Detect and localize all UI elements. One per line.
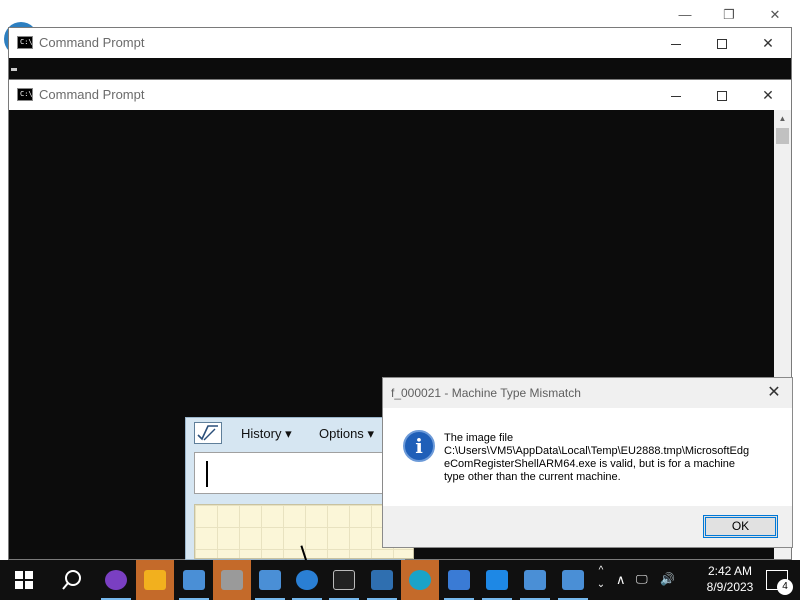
- cursor: [11, 68, 17, 71]
- maximize-icon: [717, 91, 727, 102]
- math-input-panel[interactable]: History ▾ Options ▾: [185, 417, 414, 575]
- minimize-button[interactable]: [653, 80, 699, 110]
- close-button[interactable]: ✕: [745, 28, 791, 58]
- search-button[interactable]: [53, 560, 91, 600]
- command-prompt-titlebar[interactable]: C:\_ Command Prompt ✕: [9, 80, 791, 110]
- clock-time: 2:42 AM: [707, 564, 753, 578]
- setup-icon: [259, 570, 281, 590]
- math-input-icon: [194, 422, 222, 444]
- news-icon: [371, 570, 393, 590]
- taskbar-app-setup-2[interactable]: [251, 560, 289, 600]
- ok-button[interactable]: OK: [703, 515, 778, 538]
- taskbar-app-setup-3[interactable]: [516, 560, 554, 600]
- notification-count-badge: 4: [777, 579, 793, 595]
- clock-date: 8/9/2023: [706, 580, 754, 594]
- dialog-body: i The image file C:\Users\VM5\AppData\Lo…: [383, 408, 792, 506]
- start-icon: [15, 571, 33, 589]
- taskbar-app-mask[interactable]: [97, 560, 135, 600]
- window-app-icon: [486, 570, 508, 590]
- minimize-icon: [671, 95, 681, 97]
- search-icon: [62, 570, 81, 590]
- background-close-button[interactable]: ✕: [752, 6, 798, 24]
- taskbar-app-shield[interactable]: [136, 560, 174, 600]
- edge-icon: [409, 570, 431, 590]
- history-label: History: [241, 426, 282, 441]
- chevron-down-icon: ▾: [285, 426, 292, 441]
- taskbar-app-image[interactable]: [440, 560, 478, 600]
- taskbar-app-edge[interactable]: [401, 560, 439, 600]
- info-icon: i: [403, 430, 435, 462]
- text-caret: [206, 461, 208, 487]
- message-line: The image file: [444, 432, 514, 444]
- message-line: C:\Users\VM5\AppData\Local\Temp\EU2888.t…: [444, 445, 750, 457]
- machine-type-mismatch-dialog[interactable]: f_000021 - Machine Type Mismatch ✕ i The…: [382, 377, 793, 548]
- close-button[interactable]: ✕: [745, 80, 791, 110]
- taskbar-app-window[interactable]: [478, 560, 516, 600]
- dialog-message: The image file C:\Users\VM5\AppData\Loca…: [444, 432, 779, 484]
- chevron-down-icon: ⌄: [596, 579, 606, 590]
- system-clock[interactable]: 2:42 AM 8/9/2023: [700, 563, 760, 595]
- writing-area[interactable]: [194, 504, 414, 575]
- background-minimize-button[interactable]: —: [662, 6, 708, 24]
- volume-icon[interactable]: 🔊: [660, 572, 675, 586]
- window-title: Command Prompt: [39, 35, 145, 50]
- command-prompt-icon: C:\_: [17, 88, 37, 101]
- history-menu[interactable]: History ▾: [241, 426, 292, 442]
- math-preview-area[interactable]: [194, 452, 414, 494]
- background-window-titlebar: — ❐ ✕: [0, 0, 800, 30]
- maximize-button[interactable]: [699, 28, 745, 58]
- tray-chevron-button[interactable]: ∧: [616, 572, 626, 588]
- maximize-icon: [717, 39, 727, 50]
- setup-icon: [562, 570, 584, 590]
- options-menu[interactable]: Options ▾: [319, 426, 374, 442]
- chevron-down-icon: ▾: [367, 426, 374, 441]
- minimize-icon: [671, 43, 681, 45]
- command-prompt-window-back[interactable]: C:\_ Command Prompt ✕: [8, 27, 792, 87]
- chevron-up-icon: ^: [598, 565, 604, 576]
- printer-icon: [221, 570, 243, 590]
- start-button[interactable]: [5, 560, 43, 600]
- scroll-up-icon[interactable]: ▲: [774, 110, 791, 127]
- internet-explorer-icon: [296, 570, 318, 590]
- options-label: Options: [319, 426, 364, 441]
- command-prompt-titlebar[interactable]: C:\_ Command Prompt ✕: [9, 28, 791, 58]
- message-line: type other than the current machine.: [444, 471, 621, 483]
- taskbar-overflow-button[interactable]: ^ ⌄: [596, 564, 606, 592]
- setup-icon: [524, 570, 546, 590]
- notification-center-button[interactable]: 4: [766, 570, 793, 595]
- taskbar-app-printer[interactable]: [213, 560, 251, 600]
- taskbar-app-ie[interactable]: [288, 560, 326, 600]
- scroll-thumb[interactable]: [776, 128, 789, 144]
- shield-icon: [144, 570, 166, 590]
- maximize-button[interactable]: [699, 80, 745, 110]
- setup-icon: [183, 570, 205, 590]
- minimize-button[interactable]: [653, 28, 699, 58]
- message-line: eComRegisterShellARM64.exe is valid, but…: [444, 458, 736, 470]
- command-prompt-icon: [333, 570, 355, 590]
- image-viewer-icon: [448, 570, 470, 590]
- taskbar-app-setup-4[interactable]: [554, 560, 592, 600]
- taskbar-app-setup[interactable]: [175, 560, 213, 600]
- background-maximize-button[interactable]: ❐: [706, 6, 752, 24]
- network-icon[interactable]: 🖵: [636, 572, 648, 587]
- math-panel-toolbar: History ▾ Options ▾: [186, 418, 404, 448]
- command-prompt-icon: C:\_: [17, 36, 37, 49]
- window-title: Command Prompt: [39, 87, 145, 102]
- taskbar-app-news[interactable]: [363, 560, 401, 600]
- taskbar: ^ ⌄ ∧ 🖵 🔊 2:42 AM 8/9/2023 4: [0, 560, 800, 600]
- dialog-close-button[interactable]: ✕: [760, 380, 788, 406]
- app-mask-icon: [105, 570, 127, 590]
- dialog-title: f_000021 - Machine Type Mismatch: [391, 386, 581, 400]
- taskbar-app-cmd[interactable]: [325, 560, 363, 600]
